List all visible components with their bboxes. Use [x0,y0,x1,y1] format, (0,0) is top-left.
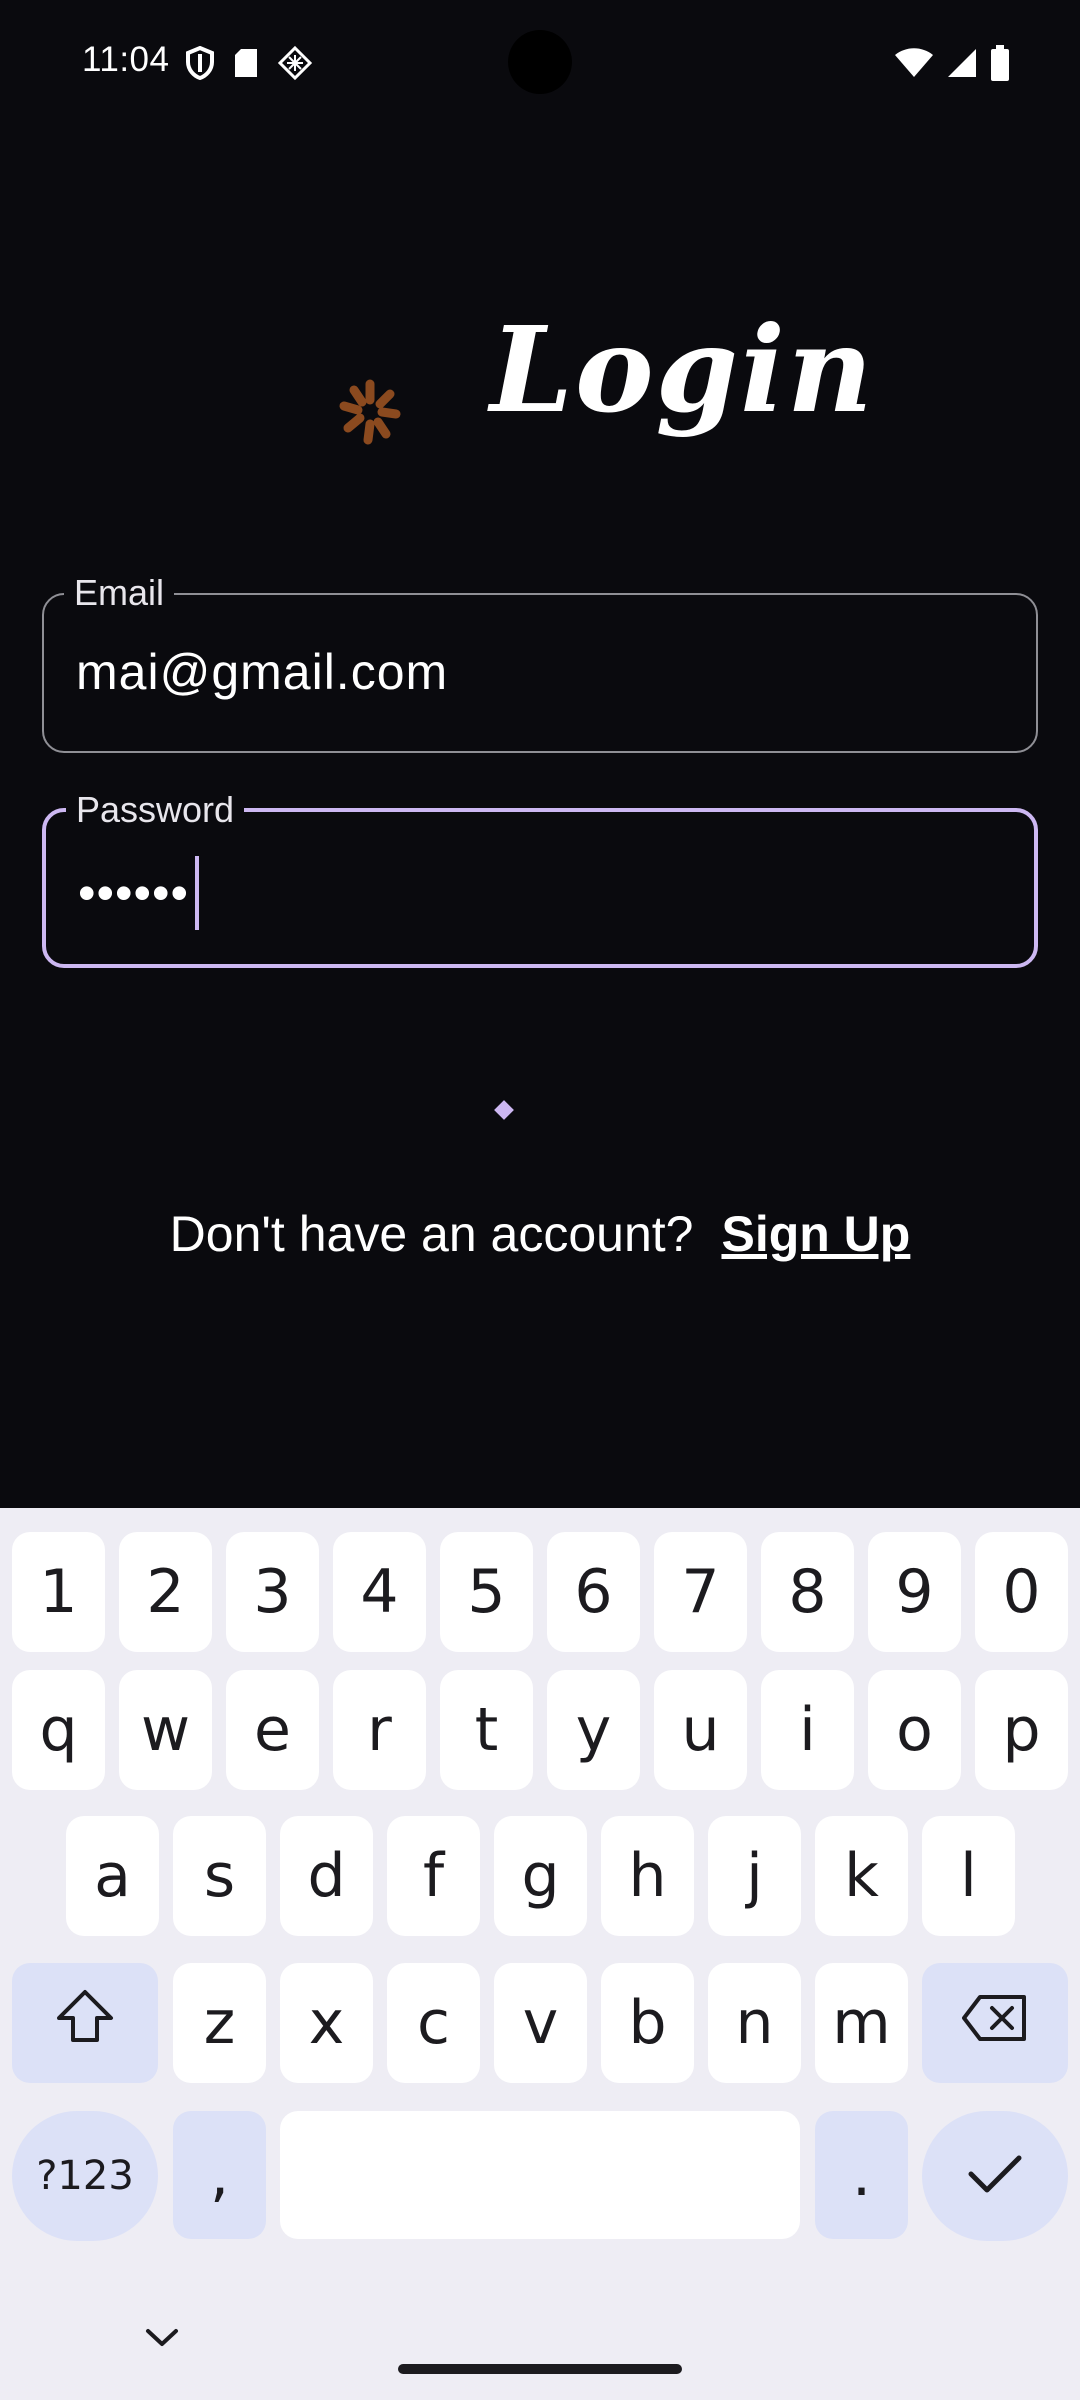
key-e[interactable]: e [226,1670,319,1790]
key-7[interactable]: 7 [654,1532,747,1652]
text-caret [195,856,200,930]
key-w[interactable]: w [119,1670,212,1790]
shift-key[interactable] [12,1963,158,2083]
period-key[interactable]: . [815,2111,908,2239]
signal-icon [946,47,978,84]
key-4[interactable]: 4 [333,1532,426,1652]
key-g[interactable]: g [494,1816,587,1936]
check-icon [967,2141,1023,2211]
chevron-down-icon[interactable] [145,2328,179,2353]
shield-icon [185,45,215,85]
shift-icon [55,1988,115,2059]
key-s[interactable]: s [173,1816,266,1936]
password-value: •••••• [78,865,190,922]
key-c[interactable]: c [387,1963,480,2083]
key-9[interactable]: 9 [868,1532,961,1652]
camera-cutout [508,30,572,94]
key-h[interactable]: h [601,1816,694,1936]
key-i[interactable]: i [761,1670,854,1790]
key-5[interactable]: 5 [440,1532,533,1652]
key-b[interactable]: b [601,1963,694,2083]
key-p[interactable]: p [975,1670,1068,1790]
backspace-key[interactable] [922,1963,1068,2083]
password-field[interactable]: Password •••••• [42,786,1038,968]
on-screen-keyboard: 1 2 3 4 5 6 7 8 9 0 q w e r t y u i o p … [0,1508,1080,2400]
key-l[interactable]: l [922,1816,1015,1936]
loading-spinner-icon [330,372,410,457]
sd-card-icon [233,47,259,84]
email-value: mai@gmail.com [76,644,449,700]
app-icon [277,45,313,86]
key-t[interactable]: t [440,1670,533,1790]
signup-link[interactable]: Sign Up [721,1206,910,1262]
key-8[interactable]: 8 [761,1532,854,1652]
key-z[interactable]: z [173,1963,266,2083]
wifi-icon [894,47,934,84]
done-key[interactable] [922,2111,1068,2241]
home-indicator[interactable] [398,2364,682,2374]
space-key[interactable] [280,2111,800,2239]
page-title: Login [490,300,875,439]
key-j[interactable]: j [708,1816,801,1936]
comma-key[interactable]: , [173,2111,266,2239]
key-x[interactable]: x [280,1963,373,2083]
key-2[interactable]: 2 [119,1532,212,1652]
key-d[interactable]: d [280,1816,373,1936]
signup-row: Don't have an account? Sign Up [0,1205,1080,1263]
key-3[interactable]: 3 [226,1532,319,1652]
key-1[interactable]: 1 [12,1532,105,1652]
key-m[interactable]: m [815,1963,908,2083]
loading-indicator [494,1100,514,1120]
key-f[interactable]: f [387,1816,480,1936]
key-v[interactable]: v [494,1963,587,2083]
key-u[interactable]: u [654,1670,747,1790]
backspace-icon [960,1988,1030,2058]
password-label: Password [66,786,245,834]
key-k[interactable]: k [815,1816,908,1936]
status-time: 11:04 [82,40,170,79]
key-6[interactable]: 6 [547,1532,640,1652]
key-0[interactable]: 0 [975,1532,1068,1652]
key-y[interactable]: y [547,1670,640,1790]
key-o[interactable]: o [868,1670,961,1790]
battery-icon [990,45,1010,86]
symbols-key[interactable]: ?123 [12,2111,158,2241]
status-bar: 11:04 [0,0,1080,130]
signup-prompt: Don't have an account? [169,1206,694,1262]
key-n[interactable]: n [708,1963,801,2083]
key-a[interactable]: a [66,1816,159,1936]
key-q[interactable]: q [12,1670,105,1790]
email-label: Email [64,569,175,617]
email-field[interactable]: Email mai@gmail.com [42,569,1038,753]
key-r[interactable]: r [333,1670,426,1790]
password-value-wrap: •••••• [78,856,200,934]
